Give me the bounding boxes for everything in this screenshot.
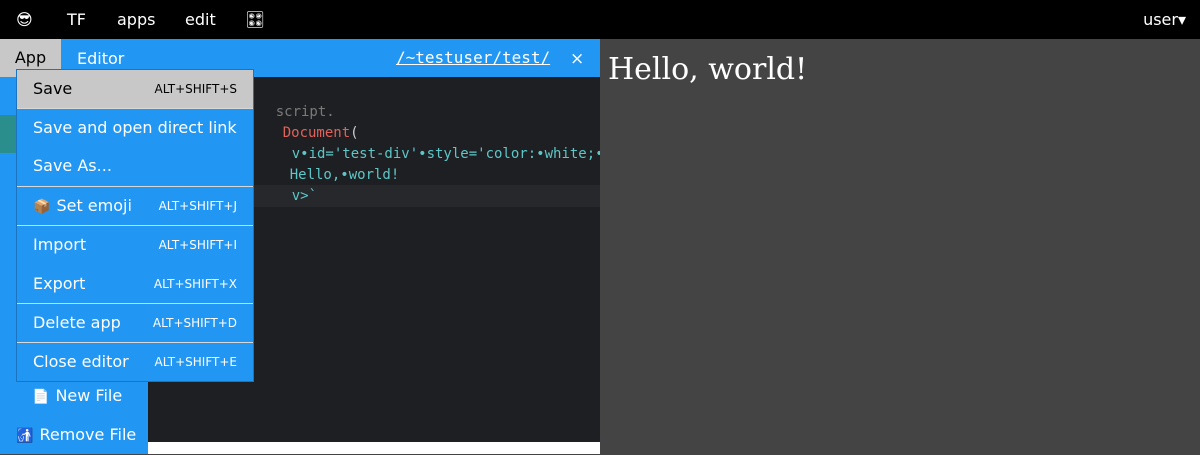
menu-item-shortcut: ALT+SHIFT+S xyxy=(154,82,238,96)
preview-hello-text: Hello, world! xyxy=(608,52,808,87)
menu-item-close-editor[interactable]: Close editor ALT+SHIFT+E xyxy=(17,343,253,381)
menu-item-shortcut: ALT+SHIFT+J xyxy=(158,199,237,213)
code-area-footer xyxy=(148,442,600,454)
top-nav-bar: 😎 TF apps edit 🎛 user▾ xyxy=(0,0,1200,39)
menu-item-shortcut: ALT+SHIFT+D xyxy=(152,316,237,330)
nav-tf[interactable]: TF xyxy=(67,0,86,39)
remove-file-label: Remove File xyxy=(39,425,137,444)
new-file-label: New File xyxy=(55,386,123,405)
menu-item-label: Export xyxy=(33,274,86,293)
menu-item-label: Save As... xyxy=(33,156,112,175)
preview-pane: Hello, world! xyxy=(600,39,1200,454)
code-line-3: v•id='test-div'•style='color:•white;•f xyxy=(258,123,600,162)
package-icon: 📦 xyxy=(33,199,51,215)
code-line-4: Hello,•world! xyxy=(256,144,400,183)
menu-item-save[interactable]: Save ALT+SHIFT+S xyxy=(17,70,253,108)
code-line-2: Document( xyxy=(249,102,359,141)
menu-item-shortcut: ALT+SHIFT+E xyxy=(154,355,237,369)
app-dropdown-menu: Save ALT+SHIFT+S Save and open direct li… xyxy=(16,69,254,382)
menu-item-label: Save xyxy=(33,79,73,98)
code-closing: v>` xyxy=(291,188,318,204)
page-icon: 📄 xyxy=(32,389,50,405)
code-line-1: script. xyxy=(242,81,335,120)
menu-item-shortcut: ALT+SHIFT+X xyxy=(153,277,237,291)
menu-item-save-as[interactable]: Save As... xyxy=(17,147,253,185)
menu-item-import[interactable]: Import ALT+SHIFT+I xyxy=(17,226,253,264)
selected-file-marker[interactable] xyxy=(0,115,16,153)
menu-item-label: 📦 Set emoji xyxy=(33,187,132,226)
menu-item-save-open-link[interactable]: Save and open direct link xyxy=(17,109,253,147)
person-in-trash-icon: 🚮 xyxy=(16,428,34,444)
new-file-button[interactable]: 📄 New File xyxy=(0,377,148,415)
remove-file-button[interactable]: 🚮 Remove File xyxy=(0,416,148,454)
nav-edit[interactable]: edit xyxy=(185,0,216,39)
menu-item-export[interactable]: Export ALT+SHIFT+X xyxy=(17,265,253,303)
menu-item-shortcut: ALT+SHIFT+I xyxy=(158,238,237,252)
menu-item-label: Import xyxy=(33,235,87,254)
nav-apps[interactable]: apps xyxy=(117,0,155,39)
sunglasses-face-icon[interactable]: 😎 xyxy=(16,0,33,39)
set-emoji-label: Set emoji xyxy=(56,196,132,215)
code-line-5: v>` xyxy=(258,165,317,204)
menu-item-label: Close editor xyxy=(33,352,129,371)
user-menu[interactable]: user▾ xyxy=(1143,0,1186,39)
app-path-link[interactable]: /~testuser/test/ xyxy=(396,39,550,77)
dice-grid-icon[interactable]: 🎛 xyxy=(245,0,265,39)
menu-item-delete-app[interactable]: Delete app ALT+SHIFT+D xyxy=(17,304,253,342)
menu-item-label: Delete app xyxy=(33,313,121,332)
close-editor-icon[interactable]: × xyxy=(570,39,584,77)
menu-item-label: Save and open direct link xyxy=(33,118,237,137)
menu-item-set-emoji[interactable]: 📦 Set emoji ALT+SHIFT+J xyxy=(17,187,253,225)
